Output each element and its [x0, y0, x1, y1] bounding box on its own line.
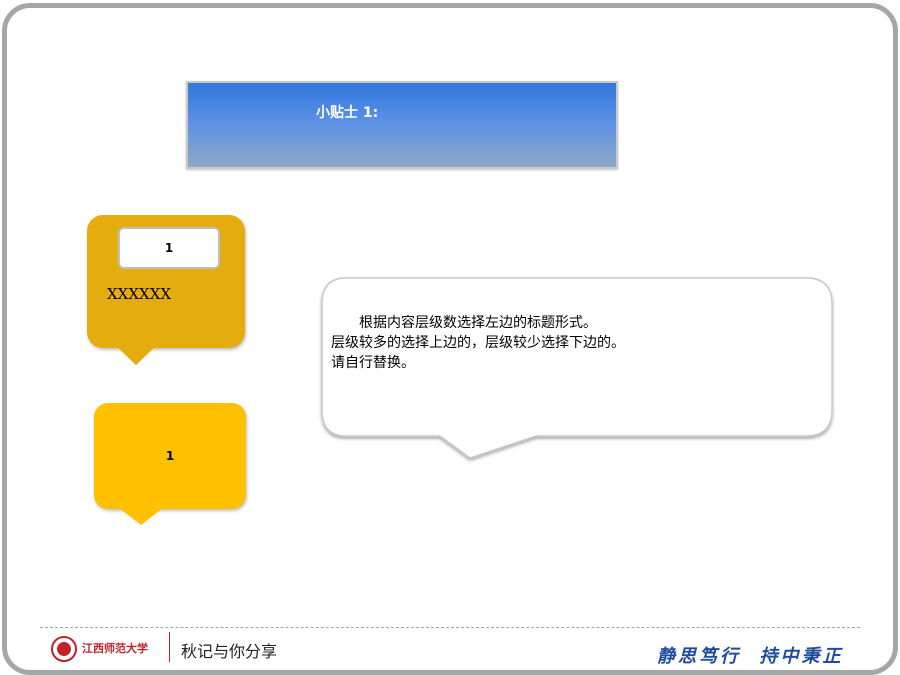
title-bubble-style-2-number: 1 [165, 449, 175, 463]
speech-line-3: 请自行替换。 [331, 355, 415, 371]
speech-line-1: 根据内容层级数选择左边的标题形式。 [359, 315, 597, 331]
title-bubble-style-1-text: XXXXXX [107, 285, 172, 303]
university-motto: 静思笃行 持中秉正 [657, 646, 844, 667]
title-bubble-style-1-number: 1 [118, 227, 220, 269]
university-seal-icon [51, 636, 77, 662]
title-bubble-style-2-tail [119, 508, 163, 525]
speech-line-2: 层级较多的选择上边的，层级较少选择下边的。 [331, 335, 625, 351]
title-bubble-style-1-tail [116, 346, 156, 365]
footer-vertical-divider [169, 632, 170, 662]
university-name: 江西师范大学 [82, 642, 148, 655]
footer-divider-line [40, 627, 860, 628]
footer-caption: 秋记与你分享 [181, 642, 278, 661]
title-bubble-style-2: 1 [94, 403, 246, 509]
tip-banner: 小贴士 1: [186, 81, 618, 169]
speech-bubble-text: 根据内容层级数选择左边的标题形式。 层级较多的选择上边的，层级较少选择下边的。 … [331, 313, 811, 373]
tip-title: 小贴士 1: [316, 105, 379, 121]
